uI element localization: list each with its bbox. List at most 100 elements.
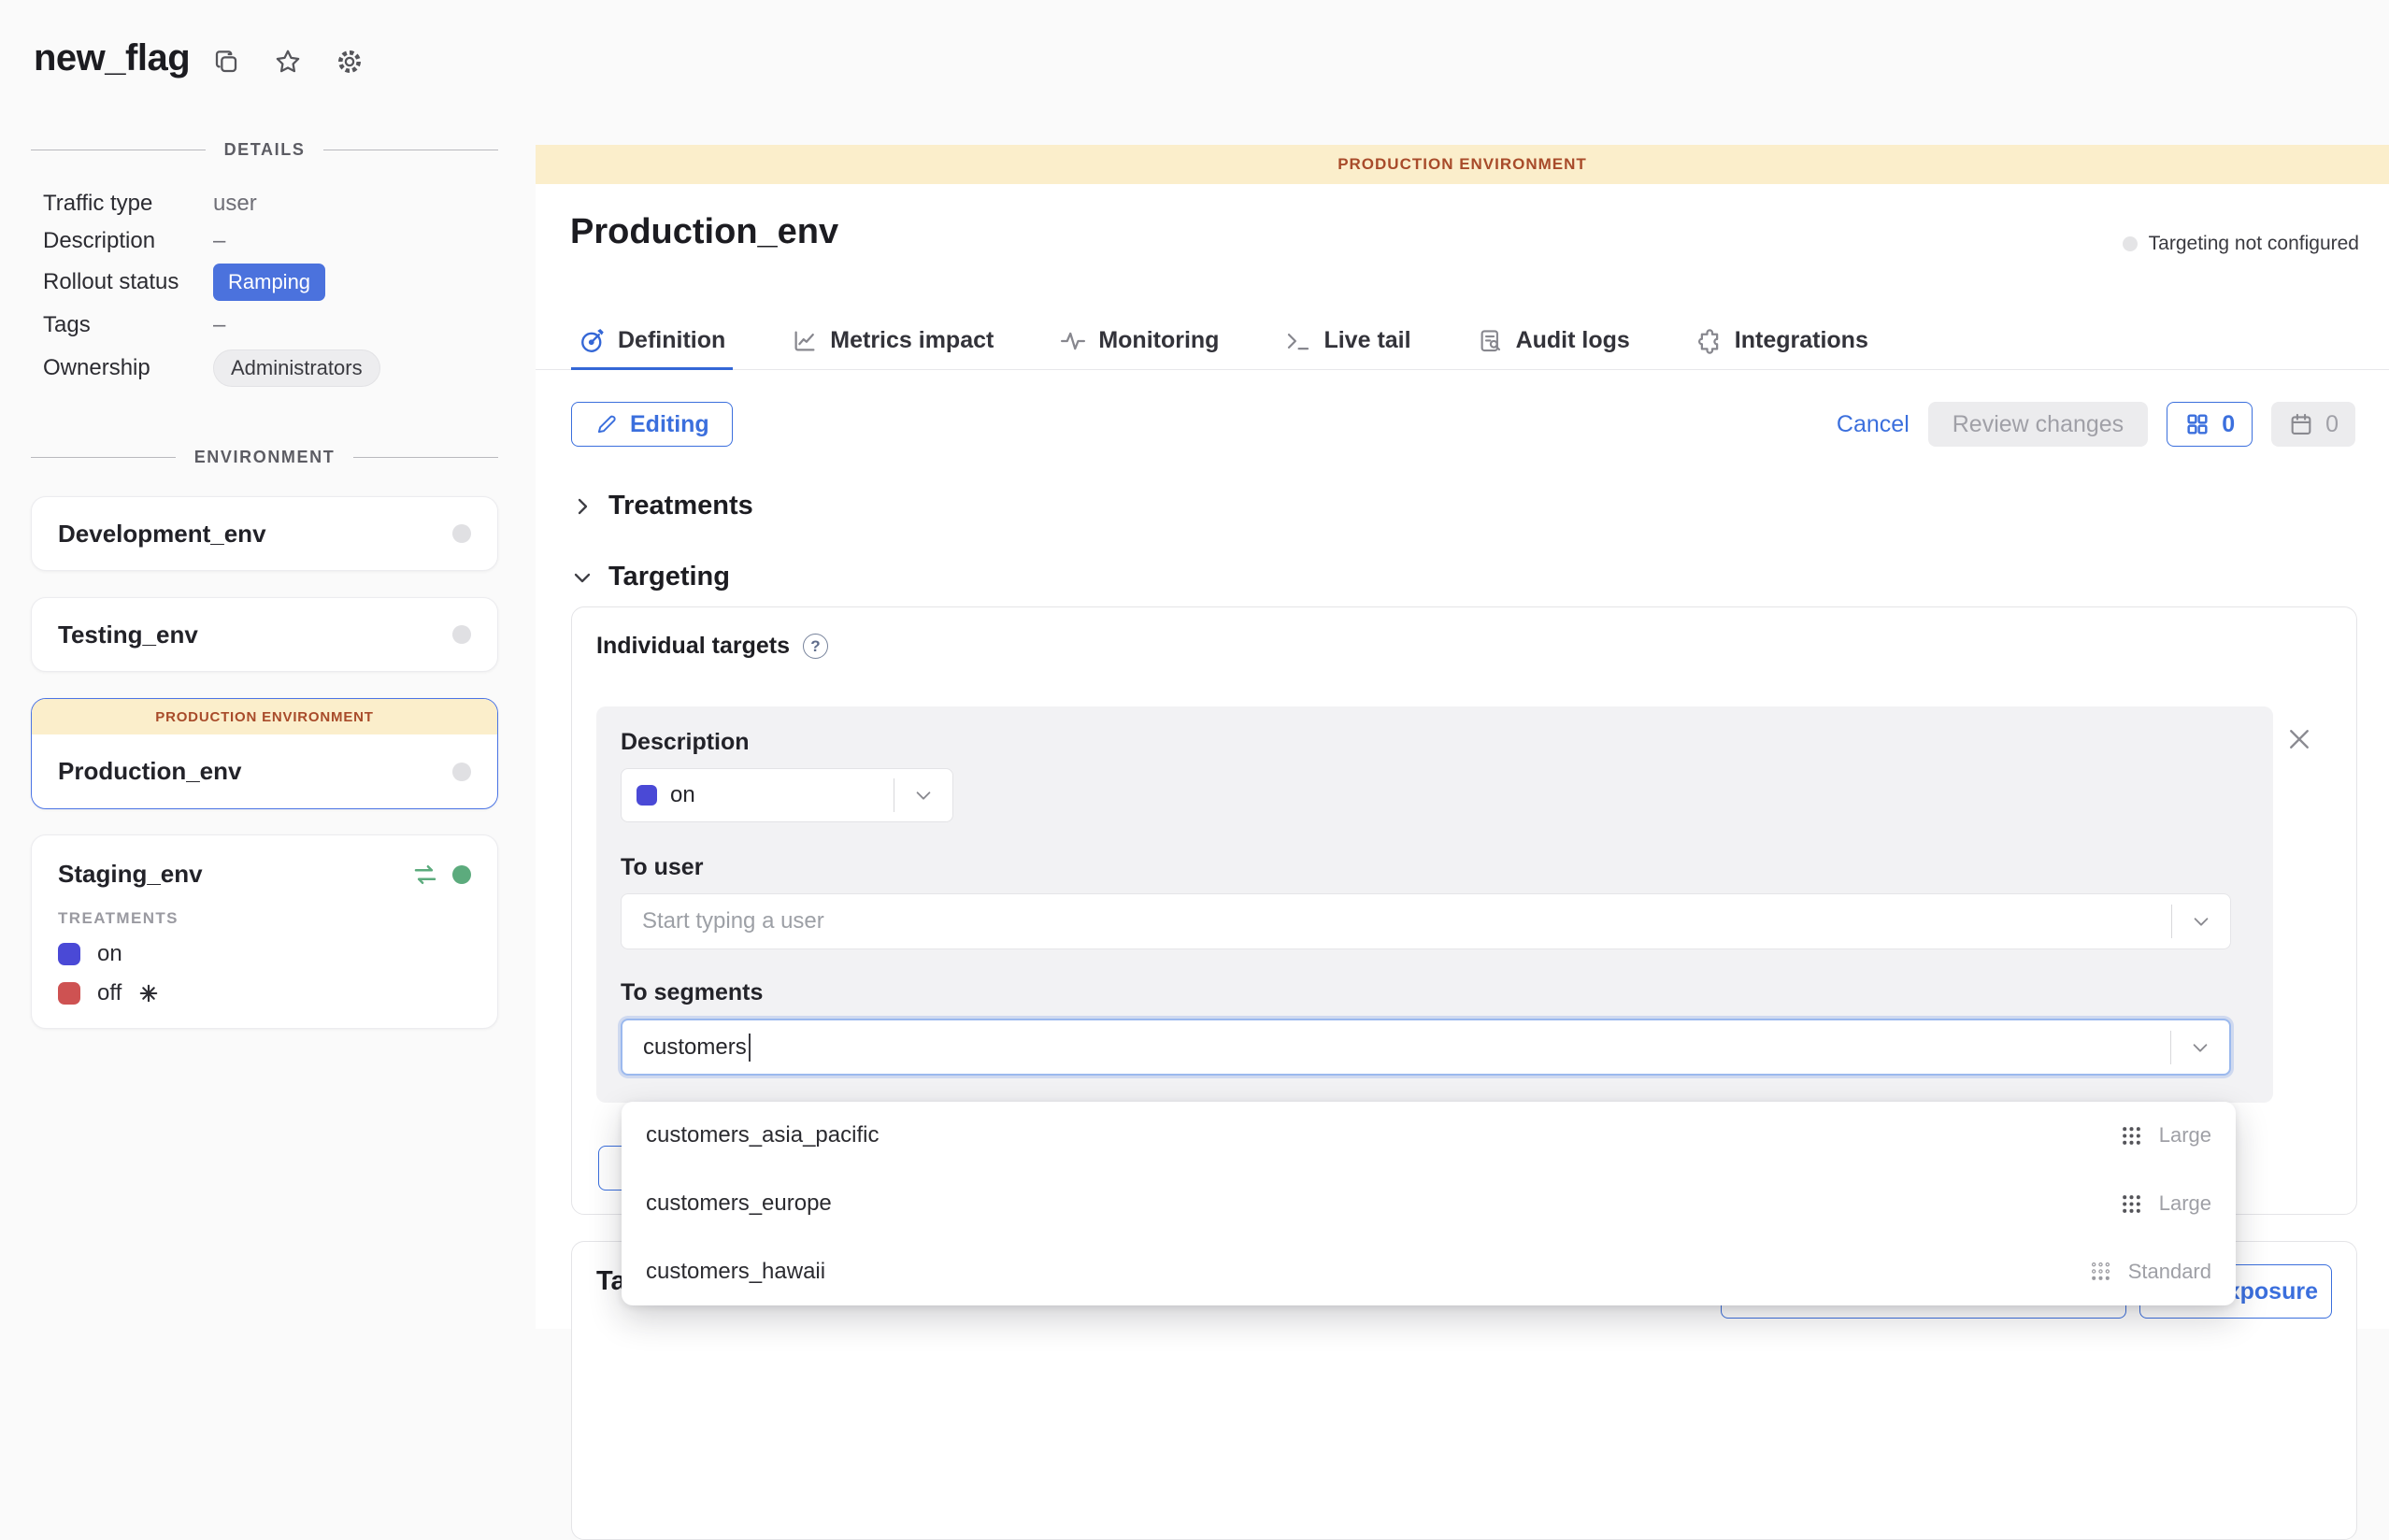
segment-size-grid-icon-standard xyxy=(2088,1259,2113,1284)
chevron-down-icon[interactable] xyxy=(2191,911,2211,932)
individual-targets-title: Individual targets xyxy=(596,633,790,660)
tab-bar: Definition Metrics impact Monitoring Liv… xyxy=(536,312,2389,370)
terminal-icon xyxy=(1284,327,1312,355)
segment-size-grid-icon xyxy=(2119,1191,2144,1217)
individual-target-card: Description on To user Start typing a us… xyxy=(596,706,2273,1103)
environment-heading: ENVIRONMENT xyxy=(194,448,336,467)
tab-label: Definition xyxy=(618,327,725,354)
treatment-select[interactable]: on xyxy=(621,768,953,822)
editing-button[interactable]: Editing xyxy=(571,402,733,447)
schedule-counter-button[interactable]: 0 xyxy=(2271,402,2355,447)
target-pencil-icon xyxy=(579,327,607,355)
detail-label: Description xyxy=(43,228,213,254)
detail-value: user xyxy=(213,191,257,217)
treatment-name: on xyxy=(97,941,122,967)
segment-size-label: Standard xyxy=(2128,1260,2211,1284)
env-card-staging[interactable]: Staging_env TREATMENTS on off xyxy=(31,834,498,1029)
segment-option-europe[interactable]: customers_europe Large xyxy=(622,1170,2236,1238)
tab-label: Integrations xyxy=(1735,327,1868,354)
chevron-down-icon xyxy=(571,566,594,589)
segment-name: customers_asia_pacific xyxy=(646,1122,879,1148)
status-text: Targeting not configured xyxy=(2149,233,2359,255)
tab-label: Live tail xyxy=(1323,327,1410,354)
description-label: Description xyxy=(621,729,750,756)
segment-option-hawaii[interactable]: customers_hawaii Standard xyxy=(622,1237,2236,1305)
grid-icon xyxy=(2184,411,2210,437)
treatment-on-swatch xyxy=(637,785,657,806)
calendar-icon xyxy=(2288,411,2314,437)
changes-counter-button[interactable]: 0 xyxy=(2167,402,2253,447)
pulse-icon xyxy=(1059,327,1087,355)
tab-definition[interactable]: Definition xyxy=(571,312,733,369)
section-targeting[interactable]: Targeting xyxy=(571,562,730,592)
to-user-input[interactable]: Start typing a user xyxy=(621,893,2231,949)
treatment-select-value: on xyxy=(670,782,695,808)
segment-size-label: Large xyxy=(2159,1191,2211,1216)
detail-label: Traffic type xyxy=(43,191,213,217)
review-changes-button[interactable]: Review changes xyxy=(1928,402,2148,447)
tab-label: Audit logs xyxy=(1516,327,1630,354)
detail-value: – xyxy=(213,228,225,254)
changes-count: 0 xyxy=(2222,411,2235,438)
env-name: Development_env xyxy=(58,520,266,549)
main-content: Production_env Targeting not configured … xyxy=(536,184,2389,1329)
production-environment-strip: PRODUCTION ENVIRONMENT xyxy=(32,699,497,734)
env-card-development[interactable]: Development_env xyxy=(31,496,498,571)
env-name: Staging_env xyxy=(58,860,203,889)
detail-label: Tags xyxy=(43,312,213,338)
edit-toolbar: Editing Cancel Review changes 0 0 xyxy=(571,402,2355,447)
to-segments-input[interactable]: customers xyxy=(621,1019,2231,1076)
environment-list: Development_env Testing_env PRODUCTION E… xyxy=(31,496,498,1029)
segment-name: customers_europe xyxy=(646,1191,832,1217)
chevron-down-icon[interactable] xyxy=(913,785,934,806)
close-icon[interactable] xyxy=(2285,725,2313,753)
ownership-pill[interactable]: Administrators xyxy=(213,349,380,387)
segment-size-grid-icon xyxy=(2119,1123,2144,1148)
tab-label: Monitoring xyxy=(1098,327,1219,354)
env-card-testing[interactable]: Testing_env xyxy=(31,597,498,672)
env-card-production[interactable]: PRODUCTION ENVIRONMENT Production_env xyxy=(31,698,498,809)
segment-option-asia-pacific[interactable]: customers_asia_pacific Large xyxy=(622,1102,2236,1170)
treatment-on-swatch xyxy=(58,943,80,965)
flag-title-actions xyxy=(211,47,365,77)
detail-value: – xyxy=(213,312,225,338)
to-segments-value: customers xyxy=(643,1034,747,1061)
tab-live-tail[interactable]: Live tail xyxy=(1277,312,1418,369)
section-treatments[interactable]: Treatments xyxy=(571,491,753,521)
segment-name: customers_hawaii xyxy=(646,1259,825,1285)
section-title: Targeting xyxy=(608,562,730,592)
treatment-row-off: off xyxy=(58,980,471,1006)
line-chart-icon xyxy=(791,327,819,355)
rollout-status-badge: Ramping xyxy=(213,264,325,301)
star-icon[interactable] xyxy=(273,47,303,77)
env-name: Production_env xyxy=(58,757,241,786)
tab-metrics-impact[interactable]: Metrics impact xyxy=(783,312,1001,369)
segments-dropdown: customers_asia_pacific Large customers_e… xyxy=(622,1102,2236,1305)
targeting-status: Targeting not configured xyxy=(2123,233,2359,255)
detail-row-description: Description – xyxy=(43,222,498,260)
details-divider: DETAILS xyxy=(31,140,498,160)
tab-integrations[interactable]: Integrations xyxy=(1688,312,1876,369)
treatment-name: off xyxy=(97,980,122,1006)
detail-row-ownership: Ownership Administrators xyxy=(43,346,498,391)
env-status-dot xyxy=(452,763,471,781)
cancel-button[interactable]: Cancel xyxy=(1837,411,1910,438)
gear-icon[interactable] xyxy=(335,47,365,77)
environment-divider: ENVIRONMENT xyxy=(31,448,498,467)
segment-size-label: Large xyxy=(2159,1123,2211,1148)
env-active-dot xyxy=(452,865,471,884)
limit-exposure-label-fragment: xposure xyxy=(2227,1278,2318,1305)
help-icon[interactable]: ? xyxy=(803,634,828,659)
copy-icon[interactable] xyxy=(211,47,241,77)
production-environment-banner: PRODUCTION ENVIRONMENT xyxy=(536,145,2389,184)
detail-row-tags: Tags – xyxy=(43,305,498,346)
env-name: Testing_env xyxy=(58,620,198,649)
tab-audit-logs[interactable]: Audit logs xyxy=(1469,312,1638,369)
to-user-label: To user xyxy=(621,854,703,881)
tab-monitoring[interactable]: Monitoring xyxy=(1051,312,1226,369)
puzzle-icon xyxy=(1695,327,1724,355)
editing-label: Editing xyxy=(630,411,709,438)
chevron-down-icon[interactable] xyxy=(2190,1037,2210,1058)
detail-row-traffic-type: Traffic type user xyxy=(43,185,498,222)
to-segments-label: To segments xyxy=(621,979,763,1006)
